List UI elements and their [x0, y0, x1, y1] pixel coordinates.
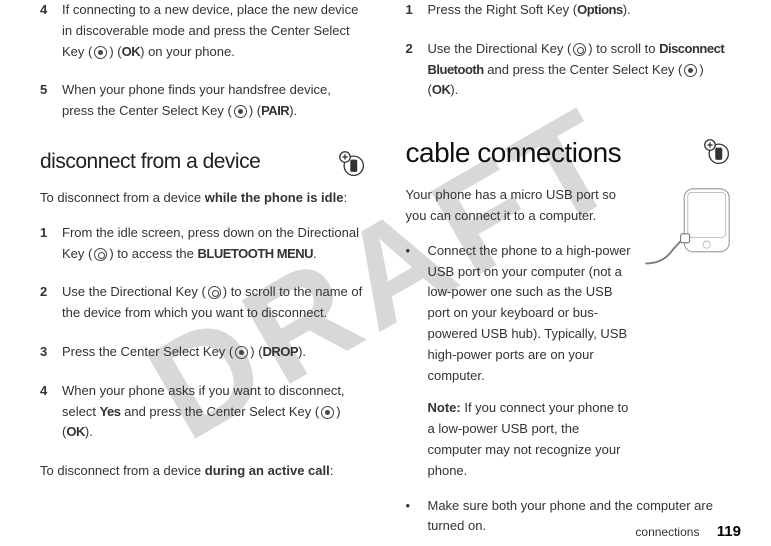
step-number: 1	[40, 223, 62, 265]
text-part: .	[313, 246, 317, 261]
text-part: ) (	[109, 44, 121, 59]
left-step-3: 3 Press the Center Select Key ( ) (DROP).	[40, 342, 366, 363]
left-step-4: 4 If connecting to a new device, place t…	[40, 0, 366, 62]
bullet-main: Connect the phone to a high-power USB po…	[428, 241, 632, 387]
text-part: Use the Directional Key (	[62, 284, 206, 299]
usb-intro-block: Your phone has a micro USB port so you c…	[406, 185, 732, 227]
text-part: ).	[450, 82, 458, 97]
bluetooth-add-icon	[338, 150, 366, 178]
idle-intro: To disconnect from a device while the ph…	[40, 188, 366, 209]
step-number: 5	[40, 80, 62, 122]
center-select-key-icon	[234, 105, 247, 118]
text-part: and press the Center Select Key (	[121, 404, 320, 419]
left-step-2: 2 Use the Directional Key () to scroll t…	[40, 282, 366, 324]
active-emphasis: during an active call	[205, 463, 330, 478]
ok-label: OK	[122, 44, 141, 59]
options-label: Options	[577, 2, 623, 17]
directional-key-icon	[573, 43, 586, 56]
ok-label: OK	[432, 82, 451, 97]
step-number: 4	[40, 381, 62, 443]
cable-connections-heading: cable connections	[406, 137, 622, 169]
text-part: :	[343, 190, 347, 205]
text-part: and press the Center Select Key (	[484, 62, 683, 77]
step-number: 2	[406, 39, 428, 101]
text-part: To disconnect from a device	[40, 463, 205, 478]
center-select-key-icon	[684, 64, 697, 77]
idle-emphasis: while the phone is idle	[205, 190, 344, 205]
bullet-text: Make sure both your phone and the comput…	[428, 496, 732, 538]
active-call-intro: To disconnect from a device during an ac…	[40, 461, 366, 482]
left-step-1: 1 From the idle screen, press down on th…	[40, 223, 366, 265]
pair-label: PAIR	[261, 103, 289, 118]
center-select-key-icon	[321, 406, 334, 419]
step-text: Press the Right Soft Key (Options).	[428, 0, 732, 21]
page-content: 4 If connecting to a new device, place t…	[0, 0, 771, 510]
text-part: ) on your phone.	[140, 44, 235, 59]
center-select-key-icon	[235, 346, 248, 359]
text-part: ) (	[249, 103, 261, 118]
right-step-2: 2 Use the Directional Key ( ) to scroll t…	[406, 39, 732, 101]
step-text: When your phone finds your handsfree dev…	[62, 80, 366, 122]
step-text: From the idle screen, press down on the …	[62, 223, 366, 265]
text-part: :	[330, 463, 334, 478]
text-part: ) (	[250, 344, 262, 359]
note-label: Note:	[428, 400, 461, 415]
step-text: If connecting to a new device, place the…	[62, 0, 366, 62]
bullet-text: Connect the phone to a high-power USB po…	[428, 241, 632, 482]
text-part: ).	[623, 2, 631, 17]
text-part: ).	[85, 424, 93, 439]
ok-label: OK	[66, 424, 85, 439]
text-part: Press the Right Soft Key (	[428, 2, 578, 17]
bluetooth-menu-label: BLUETOOTH MENU	[198, 246, 314, 261]
bullet-turned-on: • Make sure both your phone and the comp…	[406, 496, 732, 538]
yes-label: Yes	[100, 404, 121, 419]
step-text: Press the Center Select Key ( ) (DROP).	[62, 342, 366, 363]
note-block: Note: If you connect your phone to a low…	[428, 398, 632, 481]
step-number: 4	[40, 0, 62, 62]
text-part: ) to access the	[109, 246, 197, 261]
step-number: 2	[40, 282, 62, 324]
right-step-1: 1 Press the Right Soft Key (Options).	[406, 0, 732, 21]
heading-row: disconnect from a device	[40, 140, 366, 188]
right-column: 1 Press the Right Soft Key (Options). 2 …	[386, 0, 742, 510]
bullet-mark: •	[406, 496, 428, 538]
drop-label: DROP	[263, 344, 299, 359]
phone-usb-illustration	[641, 185, 731, 270]
step-text: When your phone asks if you want to disc…	[62, 381, 366, 443]
center-select-key-icon	[94, 46, 107, 59]
text-part: ).	[289, 103, 297, 118]
directional-key-icon	[208, 286, 221, 299]
bullet-mark: •	[406, 241, 428, 482]
bullet-connect: • Connect the phone to a high-power USB …	[406, 241, 632, 482]
left-step-4b: 4 When your phone asks if you want to di…	[40, 381, 366, 443]
cable-add-icon	[703, 138, 731, 166]
text-part: ).	[298, 344, 306, 359]
heading-row: cable connections	[406, 119, 732, 185]
directional-key-icon	[94, 248, 107, 261]
step-text: Use the Directional Key () to scroll to …	[428, 39, 732, 101]
text-part: Use the Directional Key (	[428, 41, 572, 56]
text-part: Press the Center Select Key (	[62, 344, 233, 359]
step-number: 3	[40, 342, 62, 363]
left-step-5: 5 When your phone finds your handsfree d…	[40, 80, 366, 122]
left-column: 4 If connecting to a new device, place t…	[30, 0, 386, 510]
step-number: 1	[406, 0, 428, 21]
step-text: Use the Directional Key () to scroll to …	[62, 282, 366, 324]
text-part: ) to scroll to	[588, 41, 659, 56]
text-part: To disconnect from a device	[40, 190, 205, 205]
disconnect-heading: disconnect from a device	[40, 150, 260, 174]
